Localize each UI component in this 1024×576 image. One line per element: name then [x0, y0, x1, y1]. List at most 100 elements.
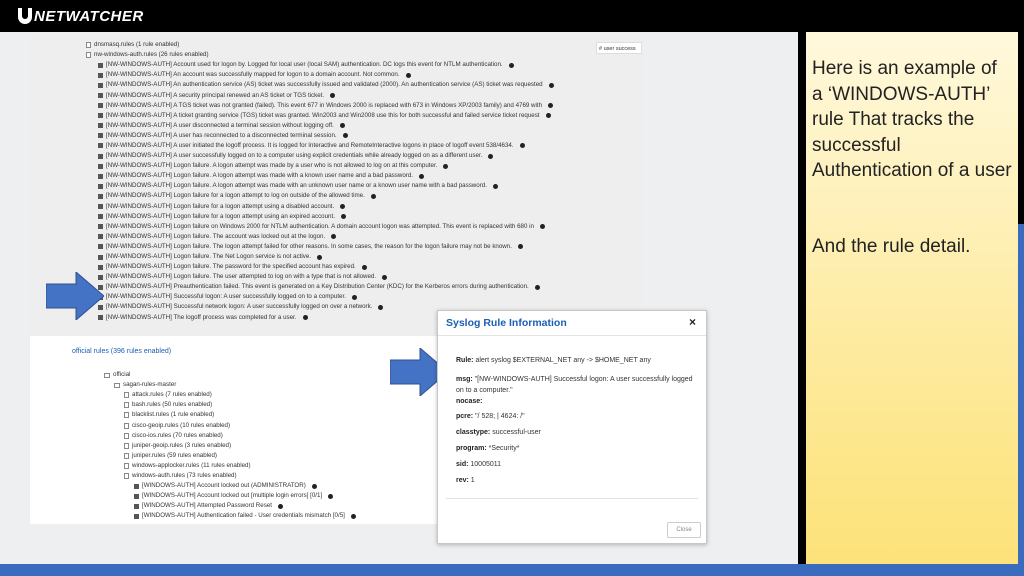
- info-icon[interactable]: [534, 284, 540, 290]
- field-value: alert syslog $EXTERNAL_NET any -> $HOME_…: [473, 357, 651, 364]
- info-icon[interactable]: [350, 513, 356, 519]
- rule-icon: [134, 513, 139, 519]
- info-icon[interactable]: [370, 193, 376, 199]
- modal-field: program: *Security*: [456, 443, 694, 454]
- rule-row[interactable]: [NW-WINDOWS-AUTH] Preauthentication fail…: [86, 282, 554, 292]
- info-icon[interactable]: [339, 123, 345, 129]
- tree-node[interactable]: [WINDOWS-AUTH] Authentication failed - U…: [104, 511, 356, 521]
- info-icon[interactable]: [548, 103, 554, 109]
- rule-icon: [98, 93, 103, 99]
- close-icon[interactable]: ×: [689, 315, 696, 329]
- info-icon[interactable]: [340, 214, 346, 220]
- info-icon[interactable]: [382, 274, 388, 280]
- rule-row[interactable]: [NW-WINDOWS-AUTH] Logon failure. The Net…: [86, 252, 554, 262]
- info-icon[interactable]: [311, 483, 317, 489]
- rule-row[interactable]: [NW-WINDOWS-AUTH] An account was success…: [86, 70, 554, 80]
- tree-node[interactable]: blacklist.rules (1 rule enabled): [104, 410, 356, 420]
- tree-node[interactable]: juniper-geoip.rules (3 rules enabled): [104, 441, 356, 451]
- info-icon[interactable]: [539, 224, 545, 230]
- file-icon: [124, 402, 129, 409]
- tree-node[interactable]: sagan-rules-master: [104, 380, 356, 390]
- close-button[interactable]: Close: [667, 522, 701, 538]
- info-icon[interactable]: [492, 183, 498, 189]
- rule-icon: [98, 82, 103, 88]
- info-icon[interactable]: [545, 113, 551, 119]
- tree-node[interactable]: cisco-ios.rules (70 rules enabled): [104, 431, 356, 441]
- rule-row[interactable]: [NW-WINDOWS-AUTH] Logon failure. A logon…: [86, 171, 554, 181]
- rule-row[interactable]: [NW-WINDOWS-AUTH] A user has reconnected…: [86, 131, 554, 141]
- rule-row[interactable]: [NW-WINDOWS-AUTH] Logon failure. A logon…: [86, 161, 554, 171]
- info-icon[interactable]: [330, 93, 336, 99]
- tree-node[interactable]: official: [104, 370, 356, 380]
- rule-row[interactable]: [NW-WINDOWS-AUTH] Logon failure on Windo…: [86, 222, 554, 232]
- info-icon[interactable]: [361, 264, 367, 270]
- rule-icon: [98, 123, 103, 129]
- info-icon[interactable]: [351, 294, 357, 300]
- tree-node[interactable]: windows-applocker.rules (11 rules enable…: [104, 461, 356, 471]
- rule-icon: [134, 503, 139, 509]
- info-icon[interactable]: [342, 133, 348, 139]
- tree-group-dnsmasq[interactable]: dnsmasq.rules (1 rule enabled): [86, 40, 554, 50]
- info-icon[interactable]: [405, 72, 411, 78]
- rule-label: [NW-WINDOWS-AUTH] Successful logon: A us…: [106, 293, 346, 301]
- search-tag[interactable]: # user success: [596, 42, 642, 54]
- tree-group-nw-windows-auth[interactable]: nw-windows-auth.rules (26 rules enabled): [86, 50, 554, 60]
- tree-node[interactable]: [WINDOWS-AUTH] Account locked out [multi…: [104, 491, 356, 501]
- sidebar-edge-blue: [1018, 224, 1024, 564]
- tree-node[interactable]: [WINDOWS-AUTH] Account locked out (ADMIN…: [104, 481, 356, 491]
- rule-row[interactable]: [NW-WINDOWS-AUTH] A ticket granting serv…: [86, 111, 554, 121]
- rule-label: [NW-WINDOWS-AUTH] A security principal r…: [106, 91, 325, 99]
- rule-row[interactable]: [NW-WINDOWS-AUTH] Logon failure. The use…: [86, 272, 554, 282]
- rule-row[interactable]: [NW-WINDOWS-AUTH] Logon failure for a lo…: [86, 202, 554, 212]
- rule-icon: [98, 163, 103, 169]
- info-icon[interactable]: [548, 82, 554, 88]
- official-rules-heading[interactable]: official rules (396 rules enabled): [72, 348, 171, 355]
- rule-row[interactable]: [NW-WINDOWS-AUTH] A security principal r…: [86, 90, 554, 100]
- rule-row[interactable]: [NW-WINDOWS-AUTH] Account used for logon…: [86, 60, 554, 70]
- info-icon[interactable]: [488, 153, 494, 159]
- rule-row[interactable]: [NW-WINDOWS-AUTH] A TGS ticket was not g…: [86, 101, 554, 111]
- file-icon: [124, 472, 129, 479]
- rule-row[interactable]: [NW-WINDOWS-AUTH] A user disconnected a …: [86, 121, 554, 131]
- rule-row[interactable]: [NW-WINDOWS-AUTH] Logon failure. A logon…: [86, 181, 554, 191]
- info-icon[interactable]: [317, 254, 323, 260]
- rule-row[interactable]: [NW-WINDOWS-AUTH] Logon failure. The acc…: [86, 232, 554, 242]
- tree-node[interactable]: bash.rules (50 rules enabled): [104, 400, 356, 410]
- rule-row[interactable]: [NW-WINDOWS-AUTH] Logon failure. The pas…: [86, 262, 554, 272]
- info-icon[interactable]: [419, 173, 424, 179]
- tree-node-label: juniper-geoip.rules (3 rules enabled): [132, 441, 232, 449]
- info-icon[interactable]: [331, 234, 337, 240]
- tree-node-label: blacklist.rules (1 rule enabled): [132, 411, 215, 419]
- tree-node[interactable]: [WINDOWS-AUTH] Attempted Password Reset: [104, 501, 356, 511]
- info-icon[interactable]: [508, 62, 514, 68]
- tree-node[interactable]: attack.rules (7 rules enabled): [104, 390, 356, 400]
- rule-row[interactable]: [NW-WINDOWS-AUTH] An authentication serv…: [86, 80, 554, 90]
- rule-row[interactable]: [NW-WINDOWS-AUTH] Logon failure for a lo…: [86, 191, 554, 201]
- rule-row[interactable]: [NW-WINDOWS-AUTH] Logon failure for a lo…: [86, 212, 554, 222]
- info-icon[interactable]: [443, 163, 449, 169]
- info-icon[interactable]: [340, 204, 346, 210]
- info-icon[interactable]: [302, 315, 308, 321]
- field-key: Rule:: [456, 357, 474, 364]
- info-icon[interactable]: [378, 304, 384, 310]
- file-icon: [124, 412, 129, 419]
- tree-node-label: [WINDOWS-AUTH] Account locked out [multi…: [142, 492, 323, 500]
- tree-node[interactable]: juniper.rules (59 rules enabled): [104, 451, 356, 461]
- tree-node[interactable]: cisco-geoip.rules (10 rules enabled): [104, 420, 356, 430]
- rule-row[interactable]: [NW-WINDOWS-AUTH] Successful logon: A us…: [86, 292, 554, 302]
- group-label: nw-windows-auth.rules (26 rules enabled): [94, 51, 209, 59]
- rule-row[interactable]: [NW-WINDOWS-AUTH] A user successfully lo…: [86, 151, 554, 161]
- info-icon[interactable]: [277, 503, 283, 509]
- rule-row[interactable]: [NW-WINDOWS-AUTH] Logon failure. The log…: [86, 242, 554, 252]
- info-icon[interactable]: [517, 244, 523, 250]
- file-icon: [124, 432, 129, 439]
- rule-label: [NW-WINDOWS-AUTH] A TGS ticket was not g…: [106, 101, 543, 109]
- rule-row[interactable]: [NW-WINDOWS-AUTH] A user initiated the l…: [86, 141, 554, 151]
- info-icon[interactable]: [519, 143, 525, 149]
- file-icon: [124, 392, 129, 399]
- tree-node[interactable]: windows-auth.rules (73 rules enabled): [104, 471, 356, 481]
- info-icon[interactable]: [328, 493, 334, 499]
- rule-label: [NW-WINDOWS-AUTH] An authentication serv…: [106, 81, 543, 89]
- rule-icon: [98, 72, 103, 78]
- rule-icon: [98, 133, 103, 139]
